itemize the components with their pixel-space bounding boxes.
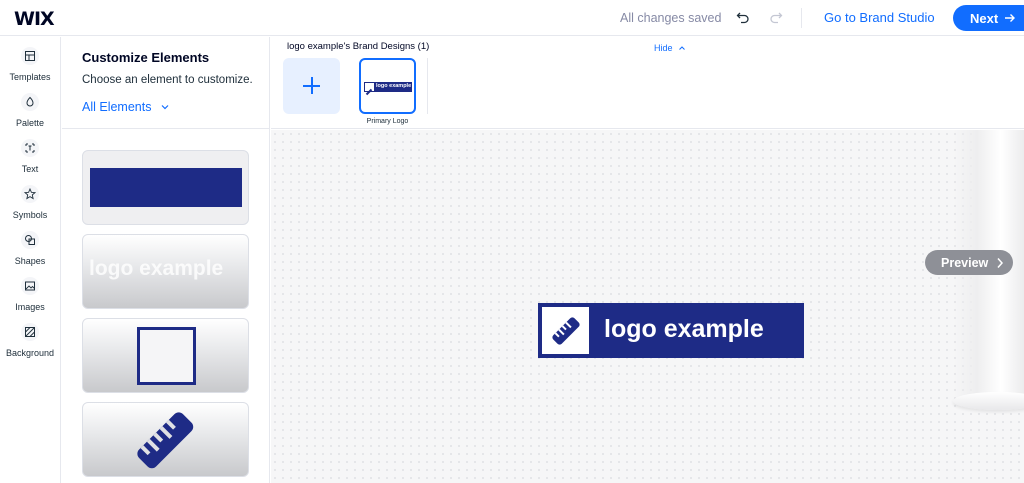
background-icon <box>21 323 39 341</box>
panel-divider <box>62 128 270 129</box>
chevron-up-icon <box>679 46 685 50</box>
panel-subtitle: Choose an element to customize. <box>82 74 253 86</box>
nav-item-palette[interactable]: Palette <box>0 93 60 137</box>
chevron-down-icon <box>161 105 169 110</box>
brand-designs-title: logo example's Brand Designs (1) <box>287 41 430 52</box>
ruler-icon <box>365 88 373 96</box>
shapes-icon <box>21 231 39 249</box>
top-bar: WIX All changes saved Go to Brand Studio… <box>0 0 1024 36</box>
add-design-button[interactable] <box>283 58 340 114</box>
hide-designs-button[interactable]: Hide <box>654 43 686 53</box>
background-bar-swatch <box>90 168 242 207</box>
brand-studio-link[interactable]: Go to Brand Studio <box>824 10 935 25</box>
next-button[interactable]: Next <box>953 5 1024 31</box>
wix-logo[interactable]: WIX <box>14 8 55 30</box>
redo-icon[interactable] <box>768 9 784 25</box>
element-card-shape[interactable] <box>82 318 249 393</box>
preview-canvas: Preview logo example <box>271 130 1024 483</box>
chevron-right-icon <box>997 257 1004 268</box>
nav-label: Palette <box>15 118 45 128</box>
all-elements-label: All Elements <box>82 100 152 114</box>
symbols-icon <box>21 185 39 203</box>
templates-icon <box>21 47 39 65</box>
arrow-right-icon <box>1005 14 1016 22</box>
ruler-icon <box>552 317 580 345</box>
text-icon <box>21 139 39 157</box>
element-card-background[interactable] <box>82 150 249 225</box>
mini-logo: logo example <box>364 82 412 96</box>
nav-label: Images <box>15 302 45 312</box>
designs-divider <box>427 58 428 114</box>
ruler-icon <box>137 412 194 469</box>
preview-button[interactable]: Preview <box>925 250 1013 275</box>
nav-label: Templates <box>9 72 51 82</box>
primary-logo-label: Primary Logo <box>366 118 409 125</box>
undo-icon[interactable] <box>735 9 751 25</box>
nav-item-symbols[interactable]: Symbols <box>0 185 60 229</box>
element-card-symbol[interactable] <box>82 402 249 477</box>
all-elements-dropdown[interactable]: All Elements <box>82 100 170 114</box>
preview-label: Preview <box>941 255 989 270</box>
palette-icon <box>21 93 39 111</box>
logo-symbol-box <box>542 307 589 354</box>
nav-item-shapes[interactable]: Shapes <box>0 231 60 275</box>
left-nav: Templates Palette Text Symbols Shapes Im… <box>0 37 61 483</box>
nav-label: Text <box>21 164 39 174</box>
mini-ruler-box <box>365 83 374 96</box>
customize-panel: Customize Elements Choose an element to … <box>62 37 270 483</box>
hide-label: Hide <box>654 43 673 53</box>
mockup-plate <box>953 392 1024 410</box>
nav-item-images[interactable]: Images <box>0 277 60 321</box>
element-card-text[interactable]: logo example <box>82 234 249 309</box>
next-button-label: Next <box>970 10 999 26</box>
panel-title: Customize Elements <box>82 50 210 65</box>
logo-preview[interactable]: logo example <box>538 303 804 358</box>
images-icon <box>21 277 39 295</box>
nav-item-templates[interactable]: Templates <box>0 47 60 91</box>
nav-item-text[interactable]: Text <box>0 139 60 183</box>
logo-text: logo example <box>604 315 764 343</box>
brand-designs-bar: logo example's Brand Designs (1) Hide lo… <box>271 37 1024 129</box>
nav-label: Background <box>5 348 55 358</box>
save-status: All changes saved <box>620 11 722 25</box>
nav-label: Symbols <box>12 210 48 220</box>
primary-logo-thumbnail[interactable]: logo example <box>359 58 416 114</box>
text-element-preview: logo example <box>89 257 224 280</box>
nav-label: Shapes <box>14 256 46 266</box>
nav-item-background[interactable]: Background <box>0 323 60 367</box>
mini-logo-text: logo example <box>376 83 412 89</box>
header-divider <box>801 8 802 28</box>
shape-swatch <box>137 327 196 385</box>
